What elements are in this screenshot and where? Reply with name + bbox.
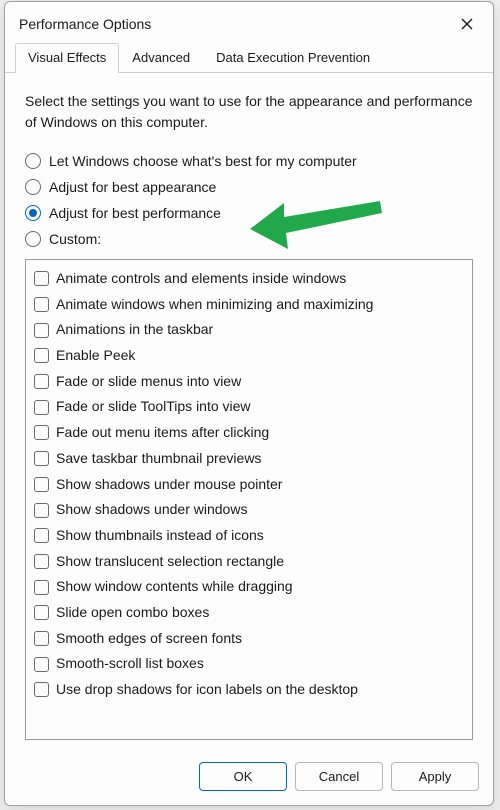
- effect-item[interactable]: Show shadows under mouse pointer: [34, 472, 464, 498]
- effect-item[interactable]: Show thumbnails instead of icons: [34, 523, 464, 549]
- intro-text: Select the settings you want to use for …: [25, 91, 473, 133]
- tab-data-execution-prevention[interactable]: Data Execution Prevention: [203, 43, 383, 73]
- effect-label: Smooth edges of screen fonts: [56, 628, 242, 650]
- effect-item[interactable]: Smooth edges of screen fonts: [34, 626, 464, 652]
- effect-label: Show translucent selection rectangle: [56, 551, 284, 573]
- effect-label: Save taskbar thumbnail previews: [56, 448, 261, 470]
- effect-label: Use drop shadows for icon labels on the …: [56, 679, 358, 701]
- effect-label: Animate windows when minimizing and maxi…: [56, 294, 373, 316]
- effects-listbox[interactable]: Animate controls and elements inside win…: [25, 259, 473, 740]
- checkbox-icon: [34, 682, 49, 697]
- checkbox-icon: [34, 554, 49, 569]
- checkbox-icon: [34, 323, 49, 338]
- effect-item[interactable]: Fade out menu items after clicking: [34, 420, 464, 446]
- radio-label: Custom:: [49, 231, 101, 247]
- ok-button[interactable]: OK: [199, 762, 287, 791]
- radio-best-appearance[interactable]: Adjust for best appearance: [25, 179, 473, 195]
- close-button[interactable]: [453, 12, 481, 36]
- radio-icon: [25, 231, 41, 247]
- effect-label: Fade or slide ToolTips into view: [56, 396, 251, 418]
- tab-label: Visual Effects: [28, 50, 106, 65]
- effect-item[interactable]: Show window contents while dragging: [34, 574, 464, 600]
- radio-let-windows-choose[interactable]: Let Windows choose what's best for my co…: [25, 153, 473, 169]
- cancel-button[interactable]: Cancel: [295, 762, 383, 791]
- checkbox-icon: [34, 400, 49, 415]
- effect-item[interactable]: Animate windows when minimizing and maxi…: [34, 292, 464, 318]
- effect-item[interactable]: Animate controls and elements inside win…: [34, 266, 464, 292]
- effect-label: Enable Peek: [56, 345, 135, 367]
- radio-icon: [25, 179, 41, 195]
- effect-label: Fade or slide menus into view: [56, 371, 241, 393]
- tab-label: Data Execution Prevention: [216, 50, 370, 65]
- window-title: Performance Options: [19, 16, 151, 32]
- effect-item[interactable]: Fade or slide ToolTips into view: [34, 394, 464, 420]
- radio-custom[interactable]: Custom:: [25, 231, 473, 247]
- tab-advanced[interactable]: Advanced: [119, 43, 203, 73]
- effect-label: Animations in the taskbar: [56, 319, 213, 341]
- tab-visual-effects[interactable]: Visual Effects: [15, 43, 119, 73]
- effect-item[interactable]: Smooth-scroll list boxes: [34, 651, 464, 677]
- checkbox-icon: [34, 425, 49, 440]
- checkbox-icon: [34, 271, 49, 286]
- checkbox-icon: [34, 580, 49, 595]
- checkbox-icon: [34, 348, 49, 363]
- radio-label: Adjust for best performance: [49, 205, 221, 221]
- effect-label: Smooth-scroll list boxes: [56, 653, 204, 675]
- checkbox-icon: [34, 528, 49, 543]
- radio-icon: [25, 153, 41, 169]
- effect-item[interactable]: Fade or slide menus into view: [34, 369, 464, 395]
- checkbox-icon: [34, 297, 49, 312]
- checkbox-icon: [34, 503, 49, 518]
- close-icon: [461, 18, 473, 30]
- effect-item[interactable]: Use drop shadows for icon labels on the …: [34, 677, 464, 703]
- effect-item[interactable]: Show translucent selection rectangle: [34, 549, 464, 575]
- tab-strip: Visual Effects Advanced Data Execution P…: [5, 42, 493, 73]
- checkbox-icon: [34, 374, 49, 389]
- checkbox-icon: [34, 657, 49, 672]
- radio-label: Adjust for best appearance: [49, 179, 216, 195]
- tab-label: Advanced: [132, 50, 190, 65]
- effect-label: Slide open combo boxes: [56, 602, 209, 624]
- radio-group: Let Windows choose what's best for my co…: [25, 153, 473, 247]
- checkbox-icon: [34, 451, 49, 466]
- effect-item[interactable]: Slide open combo boxes: [34, 600, 464, 626]
- effect-label: Show shadows under windows: [56, 499, 247, 521]
- effect-label: Show window contents while dragging: [56, 576, 293, 598]
- effect-label: Show thumbnails instead of icons: [56, 525, 264, 547]
- effect-item[interactable]: Save taskbar thumbnail previews: [34, 446, 464, 472]
- tab-content: Select the settings you want to use for …: [5, 73, 493, 750]
- effect-item[interactable]: Animations in the taskbar: [34, 317, 464, 343]
- radio-best-performance[interactable]: Adjust for best performance: [25, 205, 473, 221]
- effect-label: Fade out menu items after clicking: [56, 422, 269, 444]
- effect-item[interactable]: Show shadows under windows: [34, 497, 464, 523]
- effect-item[interactable]: Enable Peek: [34, 343, 464, 369]
- checkbox-icon: [34, 631, 49, 646]
- apply-button[interactable]: Apply: [391, 762, 479, 791]
- performance-options-dialog: Performance Options Visual Effects Advan…: [4, 1, 494, 806]
- dialog-button-bar: OK Cancel Apply: [5, 750, 493, 805]
- effect-label: Show shadows under mouse pointer: [56, 474, 282, 496]
- radio-icon: [25, 205, 41, 221]
- checkbox-icon: [34, 605, 49, 620]
- checkbox-icon: [34, 477, 49, 492]
- titlebar: Performance Options: [5, 2, 493, 42]
- effect-label: Animate controls and elements inside win…: [56, 268, 346, 290]
- radio-label: Let Windows choose what's best for my co…: [49, 153, 357, 169]
